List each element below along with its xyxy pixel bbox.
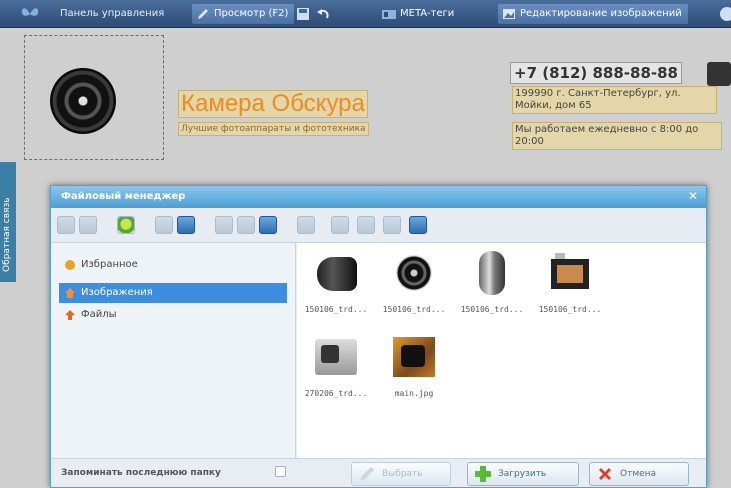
brand-name[interactable]: Камера Обскура (178, 90, 368, 118)
file-thumb[interactable]: 150106_trd... (457, 249, 527, 314)
file-toolbar (51, 208, 706, 243)
meta-tags-button[interactable]: META-теги (378, 4, 460, 24)
plus-icon (475, 466, 491, 482)
close-icon[interactable]: ✕ (686, 189, 700, 203)
address-text[interactable]: 199990 г. Санкт-Петербург, ул. Мойки, до… (512, 86, 717, 114)
file-thumb[interactable]: main.jpg (379, 333, 449, 398)
back-icon[interactable] (57, 216, 75, 234)
folder-favorites[interactable]: Избранное (59, 255, 287, 275)
file-manager-dialog: Файловый менеджер ✕ Избранное Изображени… (50, 185, 707, 488)
folder-label: Избранное (81, 259, 138, 270)
preview-icon[interactable] (383, 216, 401, 234)
remember-folder-label: Запоминать последнюю папку (61, 468, 221, 478)
file-name: 150106_trd... (304, 305, 368, 314)
remember-folder-checkbox[interactable] (275, 466, 286, 477)
pencil-icon (198, 9, 208, 19)
dialog-title: Файловый менеджер (61, 191, 186, 202)
upload-icon (65, 310, 75, 320)
upload-label: Загрузить (498, 469, 547, 479)
file-thumb[interactable]: 150106_trd... (301, 249, 371, 314)
photo-thumb (389, 333, 439, 381)
file-thumb[interactable]: 150106_trd... (379, 249, 449, 314)
image-edit-icon (503, 9, 515, 19)
select-label: Выбрать (382, 469, 423, 479)
folder-label: Файлы (81, 309, 117, 320)
dialog-footer: Запоминать последнюю папку Выбрать Загру… (51, 458, 706, 487)
extra-toolbar-icon[interactable] (720, 7, 731, 21)
folder-files[interactable]: Файлы (59, 305, 287, 325)
preview-button[interactable]: Просмотр (F2) (192, 4, 295, 24)
lens-logo-image (50, 68, 116, 134)
folder-images[interactable]: Изображения (59, 283, 287, 303)
file-thumb[interactable]: 150106_trd... (535, 249, 605, 314)
folder-tree: Избранное Изображения Файлы (51, 243, 296, 458)
forward-icon[interactable] (79, 216, 97, 234)
hours-text[interactable]: Мы работаем ежедневно с 8:00 до 20:00 (512, 122, 722, 150)
meta-tags-label: META-теги (400, 8, 455, 19)
control-panel-link[interactable]: Панель управления (60, 6, 164, 22)
file-grid: 150106_trd... 150106_trd... 150106_trd..… (297, 243, 706, 458)
image-edit-label: Редактирование изображений (520, 8, 682, 19)
file-name: 150106_trd... (382, 305, 446, 314)
refresh-icon[interactable] (117, 216, 135, 234)
file-name: 150106_trd... (460, 305, 524, 314)
butterfly-logo-icon (21, 8, 39, 16)
info-icon[interactable] (259, 216, 277, 234)
pencil-icon (360, 467, 374, 481)
select-button[interactable]: Выбрать (351, 462, 451, 486)
image-edit-button[interactable]: Редактирование изображений (498, 4, 688, 24)
rename-icon[interactable] (297, 216, 315, 234)
file-name: 150106_trd... (538, 305, 602, 314)
undo-icon[interactable] (316, 7, 330, 21)
paste-icon[interactable] (237, 216, 255, 234)
phone-number[interactable]: +7 (812) 888-88-88 (510, 62, 682, 84)
star-icon (65, 260, 75, 270)
brand-tagline[interactable]: Лучшие фотоаппараты и фототехника (178, 122, 369, 136)
upload-folder-icon[interactable] (155, 216, 173, 234)
lens-side-thumb (311, 249, 361, 297)
compact-camera-thumb (311, 333, 361, 381)
folder-label: Изображения (81, 287, 153, 298)
preview-label: Просмотр (F2) (214, 8, 289, 19)
home-icon (65, 288, 75, 298)
feedback-side-tab-label: Обратная связь (2, 197, 12, 272)
feedback-side-tab[interactable]: Обратная связь (0, 162, 16, 282)
file-name: 270206_trd... (304, 389, 368, 398)
list-view-icon[interactable] (331, 216, 349, 234)
save-icon[interactable] (296, 7, 310, 21)
save-icon[interactable] (177, 216, 195, 234)
lens-long-thumb (467, 249, 517, 297)
grid-view-icon[interactable] (357, 216, 375, 234)
upload-button[interactable]: Загрузить (467, 462, 579, 486)
cancel-label: Отмена (620, 469, 657, 479)
help-icon[interactable] (409, 216, 427, 234)
lens-front-thumb (389, 249, 439, 297)
edit-widget-icon[interactable] (707, 62, 731, 86)
admin-toolbar: Панель управления Просмотр (F2) META-тег… (0, 0, 731, 28)
file-thumb[interactable]: 270206_trd... (301, 333, 371, 398)
meta-tags-icon (382, 10, 396, 19)
camera-body-thumb (545, 249, 595, 297)
file-name: main.jpg (394, 389, 434, 398)
close-icon (599, 468, 611, 480)
dialog-title-bar[interactable]: Файловый менеджер ✕ (51, 186, 706, 208)
cancel-button[interactable]: Отмена (589, 462, 689, 486)
copy-icon[interactable] (215, 216, 233, 234)
